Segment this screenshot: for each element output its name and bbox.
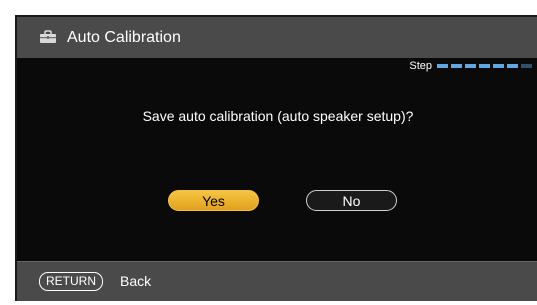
step-dash [479, 64, 490, 68]
yes-button[interactable]: Yes [168, 190, 259, 211]
auto-calibration-screen: Auto Calibration Step Save auto calibrat… [15, 15, 537, 301]
step-dash [521, 64, 532, 68]
return-key-badge[interactable]: RETURN [39, 272, 103, 291]
step-dash [437, 64, 448, 68]
toolbox-icon [39, 30, 57, 44]
no-button[interactable]: No [306, 190, 397, 211]
dialog-question: Save auto calibration (auto speaker setu… [142, 108, 414, 124]
step-dash [507, 64, 518, 68]
page-title: Auto Calibration [67, 29, 181, 46]
footer-bar: RETURN Back [17, 261, 537, 301]
title-bar: Auto Calibration [17, 17, 537, 58]
step-label: Step [409, 60, 432, 72]
step-indicator: Step [409, 60, 535, 72]
step-dash [465, 64, 476, 68]
step-dash [493, 64, 504, 68]
step-dash [451, 64, 462, 68]
back-label[interactable]: Back [120, 273, 151, 289]
